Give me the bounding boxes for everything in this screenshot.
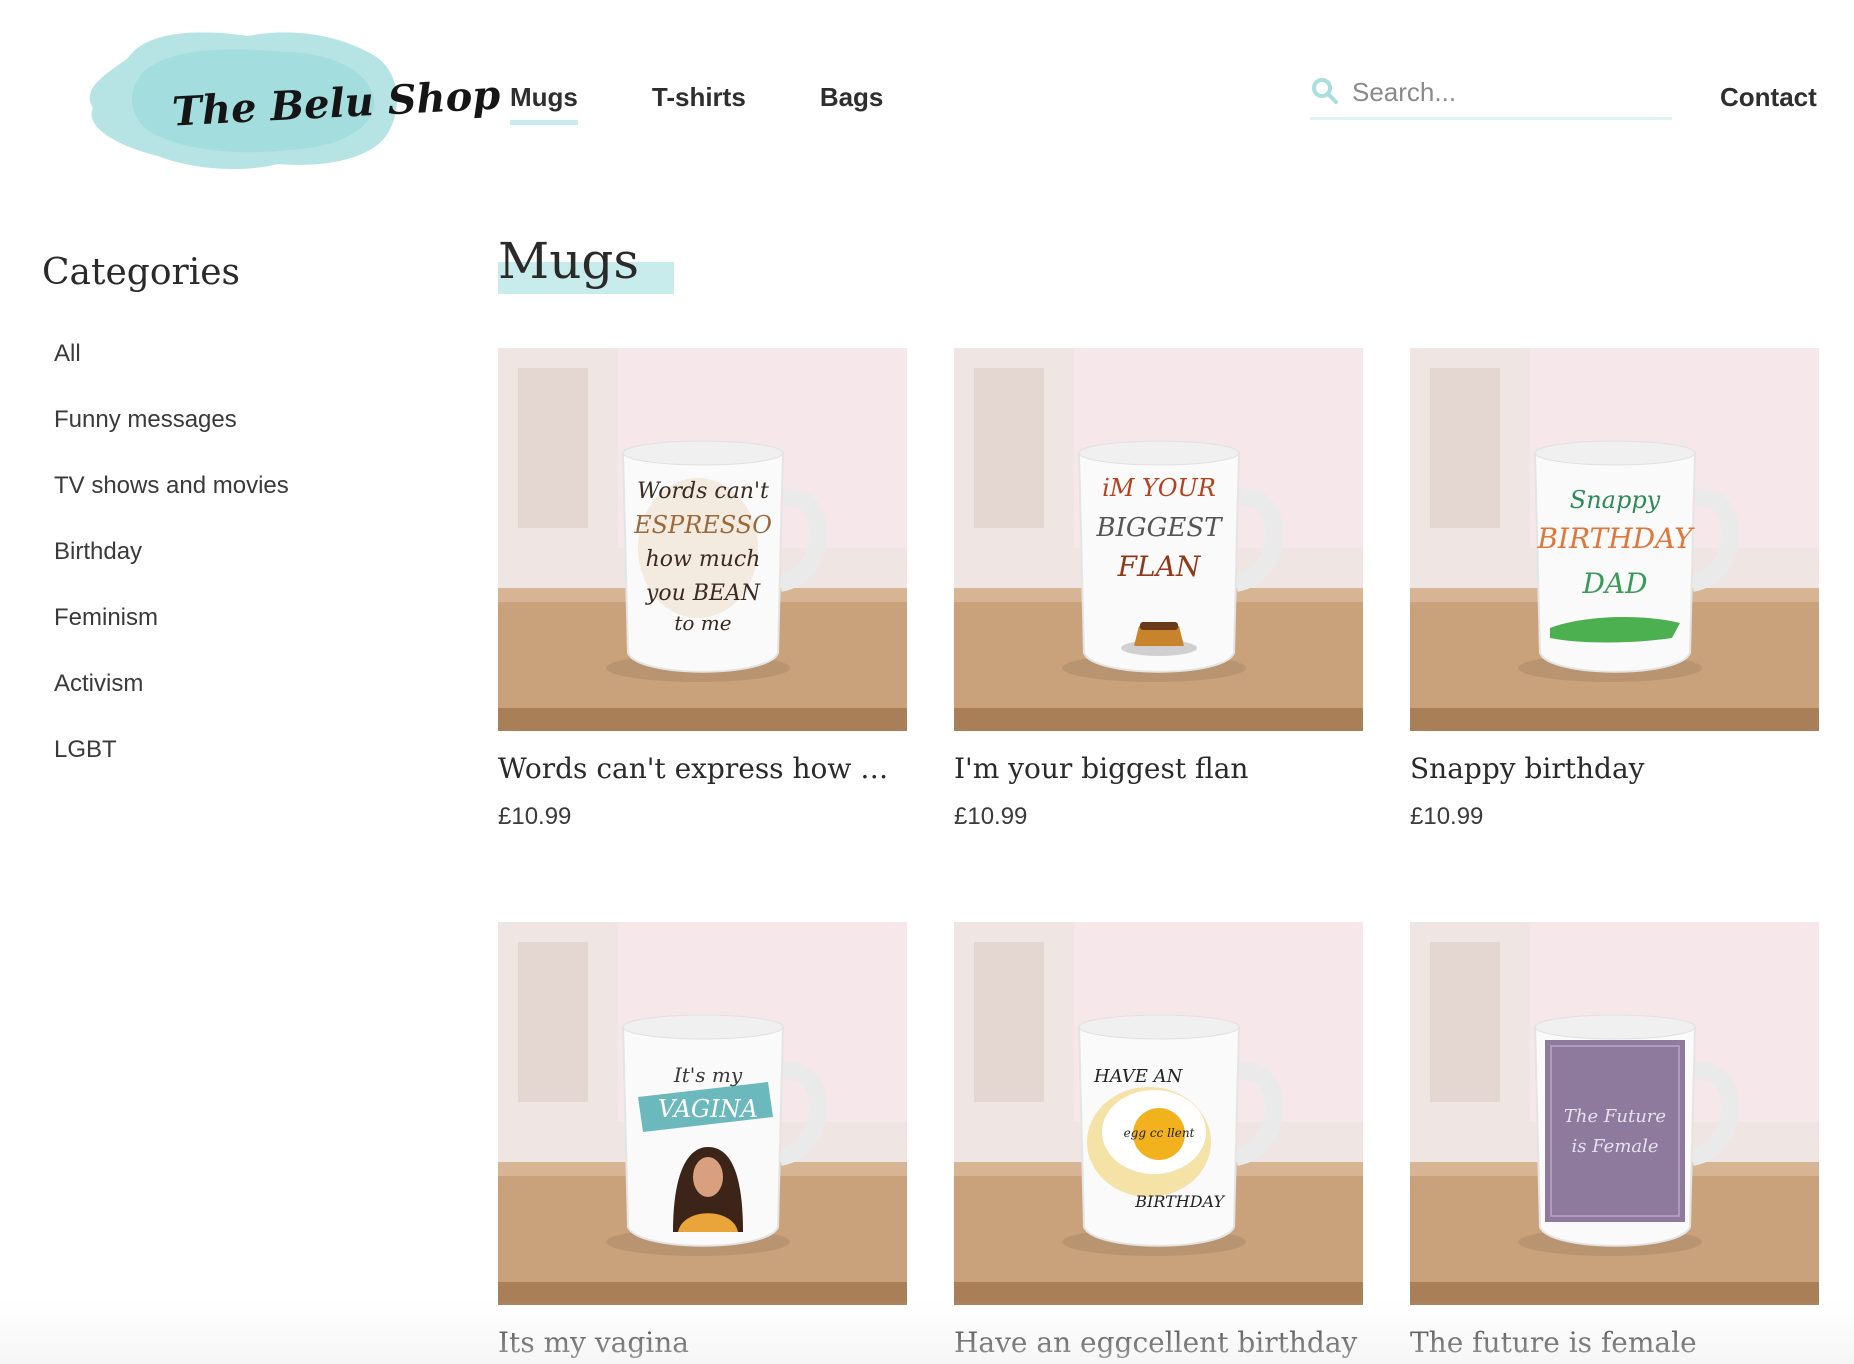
product-name[interactable]: I'm your biggest flan (954, 752, 1363, 785)
mug-print-text: you BEAN (645, 581, 761, 606)
product-image[interactable]: The Future is Female (1410, 922, 1819, 1305)
main-nav: Mugs T-shirts Bags (510, 82, 957, 132)
site-header: The Belu Shop Mugs T-shirts Bags Contact (0, 0, 1854, 200)
product-name[interactable]: Snappy birthday (1410, 752, 1819, 785)
mug-print-text: Snappy (1570, 486, 1661, 514)
category-tv-shows-and-movies[interactable]: TV shows and movies (54, 472, 289, 538)
mug-print-text: BIGGEST (1095, 513, 1223, 543)
product-image[interactable]: Snappy BIRTHDAY DAD (1410, 348, 1819, 731)
contact-link[interactable]: Contact (1720, 82, 1817, 113)
mug-print-text: HAVE AN (1093, 1066, 1184, 1087)
nav-bags[interactable]: Bags (820, 82, 884, 126)
search-bar (1310, 72, 1672, 120)
category-funny-messages[interactable]: Funny messages (54, 406, 289, 472)
product-image[interactable]: iM YOUR BIGGEST FLAN (954, 348, 1363, 731)
categories-title: Categories (42, 252, 240, 293)
shop-logo[interactable]: The Belu Shop (88, 18, 501, 178)
product-image[interactable]: It's my VAGINA (498, 922, 907, 1305)
mug-print-text: Words can't (637, 479, 769, 504)
mug-print-text: ESPRESSO (633, 511, 772, 539)
category-lgbt[interactable]: LGBT (54, 736, 289, 802)
mug-print-text: is Female (1571, 1136, 1658, 1157)
product-price: £10.99 (954, 803, 1028, 830)
product-image[interactable]: HAVE AN egg cc llent BIRTHDAY (954, 922, 1363, 1305)
product-name[interactable]: Words can't express how mu... (498, 752, 907, 785)
mug-print-text: to me (674, 611, 731, 635)
category-activism[interactable]: Activism (54, 670, 289, 736)
mug-print-text: BIRTHDAY (1536, 522, 1695, 555)
page-title: Mugs (498, 232, 640, 290)
search-icon[interactable] (1310, 76, 1340, 106)
product-name[interactable]: The future is female (1410, 1326, 1819, 1359)
mug-print-text: iM YOUR (1102, 474, 1216, 502)
category-feminism[interactable]: Feminism (54, 604, 289, 670)
product-name[interactable]: Its my vagina (498, 1326, 907, 1359)
nav-mugs[interactable]: Mugs (510, 82, 578, 126)
mug-print-text: VAGINA (658, 1095, 758, 1123)
mug-print-text: DAD (1581, 567, 1647, 600)
category-all[interactable]: All (54, 340, 289, 406)
search-input[interactable] (1352, 72, 1662, 112)
product-image[interactable]: Words can't ESPRESSO how much you BEAN to me (498, 348, 907, 731)
mug-print-text: egg cc llent (1124, 1126, 1195, 1140)
category-birthday[interactable]: Birthday (54, 538, 289, 604)
category-list: All Funny messages TV shows and movies B… (54, 340, 289, 802)
mug-print-text: BIRTHDAY (1134, 1192, 1225, 1211)
mug-print-text: FLAN (1117, 550, 1202, 583)
mug-print-text: The Future (1564, 1106, 1666, 1127)
nav-tshirts[interactable]: T-shirts (652, 82, 746, 126)
product-price: £10.99 (498, 803, 572, 830)
product-price: £10.99 (1410, 803, 1484, 830)
product-name[interactable]: Have an eggcellent birthday (954, 1326, 1363, 1359)
mug-print-text: how much (646, 547, 761, 572)
mug-print-text: It's my (673, 1063, 743, 1087)
page-title-wrap: Mugs (498, 232, 678, 298)
